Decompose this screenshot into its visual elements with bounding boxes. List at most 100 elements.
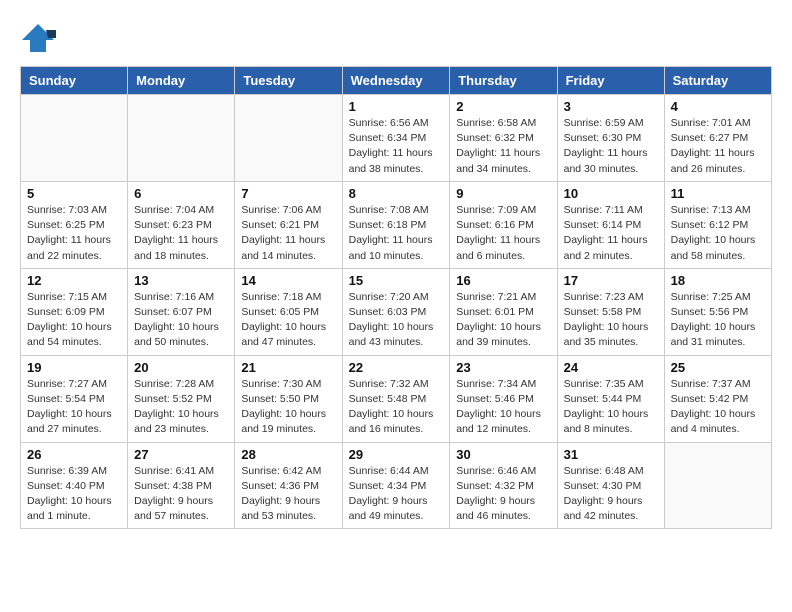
day-number: 28 [241,447,335,462]
day-number: 12 [27,273,121,288]
day-number: 22 [349,360,444,375]
calendar-cell: 16 Sunrise: 7:21 AM Sunset: 6:01 PM Dayli… [450,268,557,355]
day-number: 29 [349,447,444,462]
calendar-week-4: 26 Sunrise: 6:39 AM Sunset: 4:40 PM Dayli… [21,442,772,529]
calendar-cell: 23Sunrise: 7:34 AM Sunset: 5:46 PM Dayli… [450,355,557,442]
day-info: Sunrise: 6:59 AM Sunset: 6:30 PM Dayligh… [564,116,658,177]
day-number: 31 [564,447,658,462]
day-number: 13 [134,273,228,288]
calendar-header-row: SundayMondayTuesdayWednesdayThursdayFrid… [21,67,772,95]
day-info: Sunrise: 6:39 AM Sunset: 4:40 PM Dayligh… [27,464,121,525]
day-info: Sunrise: 7:20 AM Sunset: 6:03 PM Dayligh… [349,290,444,351]
day-number: 4 [671,99,765,114]
day-number: 26 [27,447,121,462]
calendar-cell: 31Sunrise: 6:48 AM Sunset: 4:30 PM Dayli… [557,442,664,529]
day-header-friday: Friday [557,67,664,95]
day-number: 30 [456,447,550,462]
calendar-week-1: 5 Sunrise: 7:03 AM Sunset: 6:25 PM Daylig… [21,181,772,268]
calendar-cell: 10 Sunrise: 7:11 AM Sunset: 6:14 PM Dayli… [557,181,664,268]
day-info: Sunrise: 6:56 AM Sunset: 6:34 PM Dayligh… [349,116,444,177]
calendar-cell: 5 Sunrise: 7:03 AM Sunset: 6:25 PM Daylig… [21,181,128,268]
day-number: 7 [241,186,335,201]
day-number: 2 [456,99,550,114]
day-info: Sunrise: 7:16 AM Sunset: 6:07 PM Dayligh… [134,290,228,351]
calendar-cell [128,95,235,182]
calendar-cell: 26 Sunrise: 6:39 AM Sunset: 4:40 PM Dayli… [21,442,128,529]
day-number: 17 [564,273,658,288]
day-number: 10 [564,186,658,201]
calendar-cell: 1 Sunrise: 6:56 AM Sunset: 6:34 PM Daylig… [342,95,450,182]
logo-icon [20,20,56,56]
day-info: Sunrise: 7:35 AM Sunset: 5:44 PM Dayligh… [564,377,658,438]
day-number: 14 [241,273,335,288]
day-number: 21 [241,360,335,375]
day-number: 19 [27,360,121,375]
calendar-cell: 21Sunrise: 7:30 AM Sunset: 5:50 PM Dayli… [235,355,342,442]
day-header-thursday: Thursday [450,67,557,95]
day-number: 25 [671,360,765,375]
calendar-cell: 3 Sunrise: 6:59 AM Sunset: 6:30 PM Daylig… [557,95,664,182]
calendar-week-2: 12 Sunrise: 7:15 AM Sunset: 6:09 PM Dayli… [21,268,772,355]
calendar-cell: 20 Sunrise: 7:28 AM Sunset: 5:52 PM Dayli… [128,355,235,442]
day-info: Sunrise: 7:06 AM Sunset: 6:21 PM Dayligh… [241,203,335,264]
calendar-cell: 22Sunrise: 7:32 AM Sunset: 5:48 PM Dayli… [342,355,450,442]
calendar-cell: 4 Sunrise: 7:01 AM Sunset: 6:27 PM Daylig… [664,95,771,182]
day-info: Sunrise: 7:09 AM Sunset: 6:16 PM Dayligh… [456,203,550,264]
day-info: Sunrise: 6:42 AM Sunset: 4:36 PM Dayligh… [241,464,335,525]
calendar-cell: 19 Sunrise: 7:27 AM Sunset: 5:54 PM Dayli… [21,355,128,442]
day-number: 11 [671,186,765,201]
calendar-cell: 24 Sunrise: 7:35 AM Sunset: 5:44 PM Dayli… [557,355,664,442]
calendar-cell: 9 Sunrise: 7:09 AM Sunset: 6:16 PM Daylig… [450,181,557,268]
calendar-cell: 28 Sunrise: 6:42 AM Sunset: 4:36 PM Dayli… [235,442,342,529]
calendar-cell: 14 Sunrise: 7:18 AM Sunset: 6:05 PM Dayli… [235,268,342,355]
day-number: 20 [134,360,228,375]
day-info: Sunrise: 7:15 AM Sunset: 6:09 PM Dayligh… [27,290,121,351]
day-number: 27 [134,447,228,462]
day-info: Sunrise: 7:23 AM Sunset: 5:58 PM Dayligh… [564,290,658,351]
day-number: 16 [456,273,550,288]
day-info: Sunrise: 7:18 AM Sunset: 6:05 PM Dayligh… [241,290,335,351]
day-number: 3 [564,99,658,114]
day-info: Sunrise: 7:04 AM Sunset: 6:23 PM Dayligh… [134,203,228,264]
day-header-tuesday: Tuesday [235,67,342,95]
day-info: Sunrise: 7:01 AM Sunset: 6:27 PM Dayligh… [671,116,765,177]
calendar-cell: 25 Sunrise: 7:37 AM Sunset: 5:42 PM Dayli… [664,355,771,442]
calendar-cell: 17 Sunrise: 7:23 AM Sunset: 5:58 PM Dayli… [557,268,664,355]
calendar-cell [235,95,342,182]
calendar-cell: 15 Sunrise: 7:20 AM Sunset: 6:03 PM Dayli… [342,268,450,355]
day-info: Sunrise: 7:37 AM Sunset: 5:42 PM Dayligh… [671,377,765,438]
day-number: 6 [134,186,228,201]
day-number: 24 [564,360,658,375]
calendar-cell: 6 Sunrise: 7:04 AM Sunset: 6:23 PM Daylig… [128,181,235,268]
day-header-saturday: Saturday [664,67,771,95]
day-info: Sunrise: 7:03 AM Sunset: 6:25 PM Dayligh… [27,203,121,264]
day-info: Sunrise: 7:27 AM Sunset: 5:54 PM Dayligh… [27,377,121,438]
day-number: 5 [27,186,121,201]
calendar-week-0: 1 Sunrise: 6:56 AM Sunset: 6:34 PM Daylig… [21,95,772,182]
day-info: Sunrise: 7:21 AM Sunset: 6:01 PM Dayligh… [456,290,550,351]
day-number: 8 [349,186,444,201]
calendar-cell [664,442,771,529]
logo [20,20,60,56]
day-info: Sunrise: 6:46 AM Sunset: 4:32 PM Dayligh… [456,464,550,525]
calendar-cell: 8 Sunrise: 7:08 AM Sunset: 6:18 PM Daylig… [342,181,450,268]
day-number: 1 [349,99,444,114]
day-info: Sunrise: 7:34 AM Sunset: 5:46 PM Dayligh… [456,377,550,438]
day-info: Sunrise: 7:25 AM Sunset: 5:56 PM Dayligh… [671,290,765,351]
calendar-week-3: 19 Sunrise: 7:27 AM Sunset: 5:54 PM Dayli… [21,355,772,442]
day-number: 9 [456,186,550,201]
day-info: Sunrise: 6:44 AM Sunset: 4:34 PM Dayligh… [349,464,444,525]
page-header [20,20,772,56]
day-info: Sunrise: 6:58 AM Sunset: 6:32 PM Dayligh… [456,116,550,177]
calendar-cell: 30 Sunrise: 6:46 AM Sunset: 4:32 PM Dayli… [450,442,557,529]
calendar-cell [21,95,128,182]
day-header-wednesday: Wednesday [342,67,450,95]
day-header-monday: Monday [128,67,235,95]
day-info: Sunrise: 7:11 AM Sunset: 6:14 PM Dayligh… [564,203,658,264]
day-info: Sunrise: 6:41 AM Sunset: 4:38 PM Dayligh… [134,464,228,525]
day-info: Sunrise: 7:13 AM Sunset: 6:12 PM Dayligh… [671,203,765,264]
day-number: 15 [349,273,444,288]
day-info: Sunrise: 7:28 AM Sunset: 5:52 PM Dayligh… [134,377,228,438]
day-info: Sunrise: 7:08 AM Sunset: 6:18 PM Dayligh… [349,203,444,264]
calendar-table: SundayMondayTuesdayWednesdayThursdayFrid… [20,66,772,529]
